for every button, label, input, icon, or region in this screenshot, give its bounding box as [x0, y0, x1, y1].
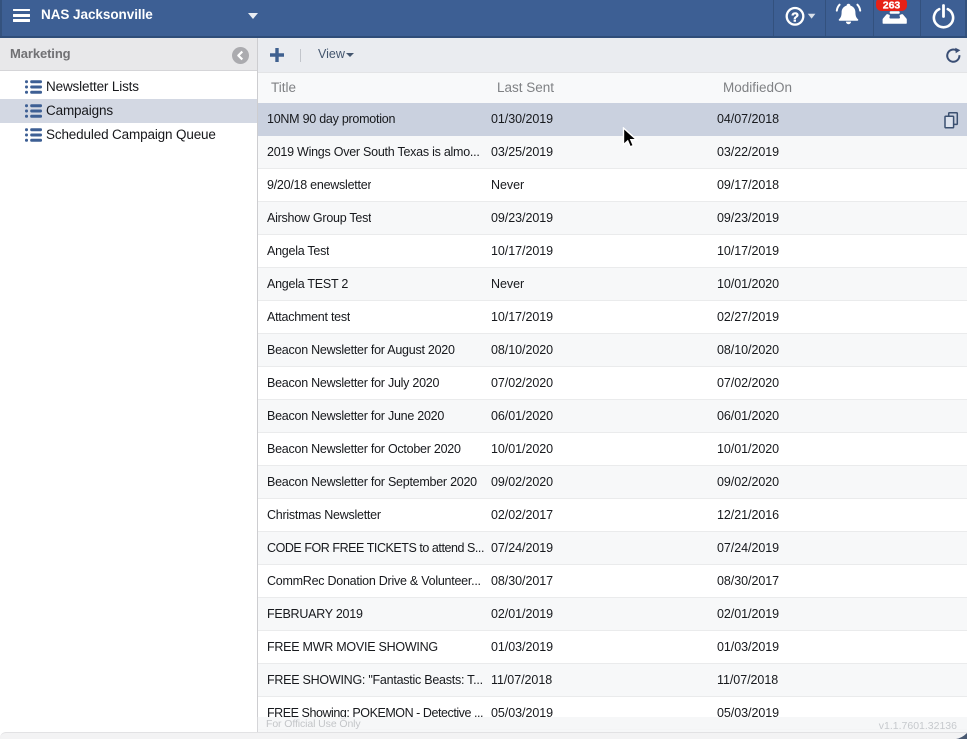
svg-text:?: ?	[791, 9, 799, 24]
svg-text:263: 263	[883, 0, 901, 12]
